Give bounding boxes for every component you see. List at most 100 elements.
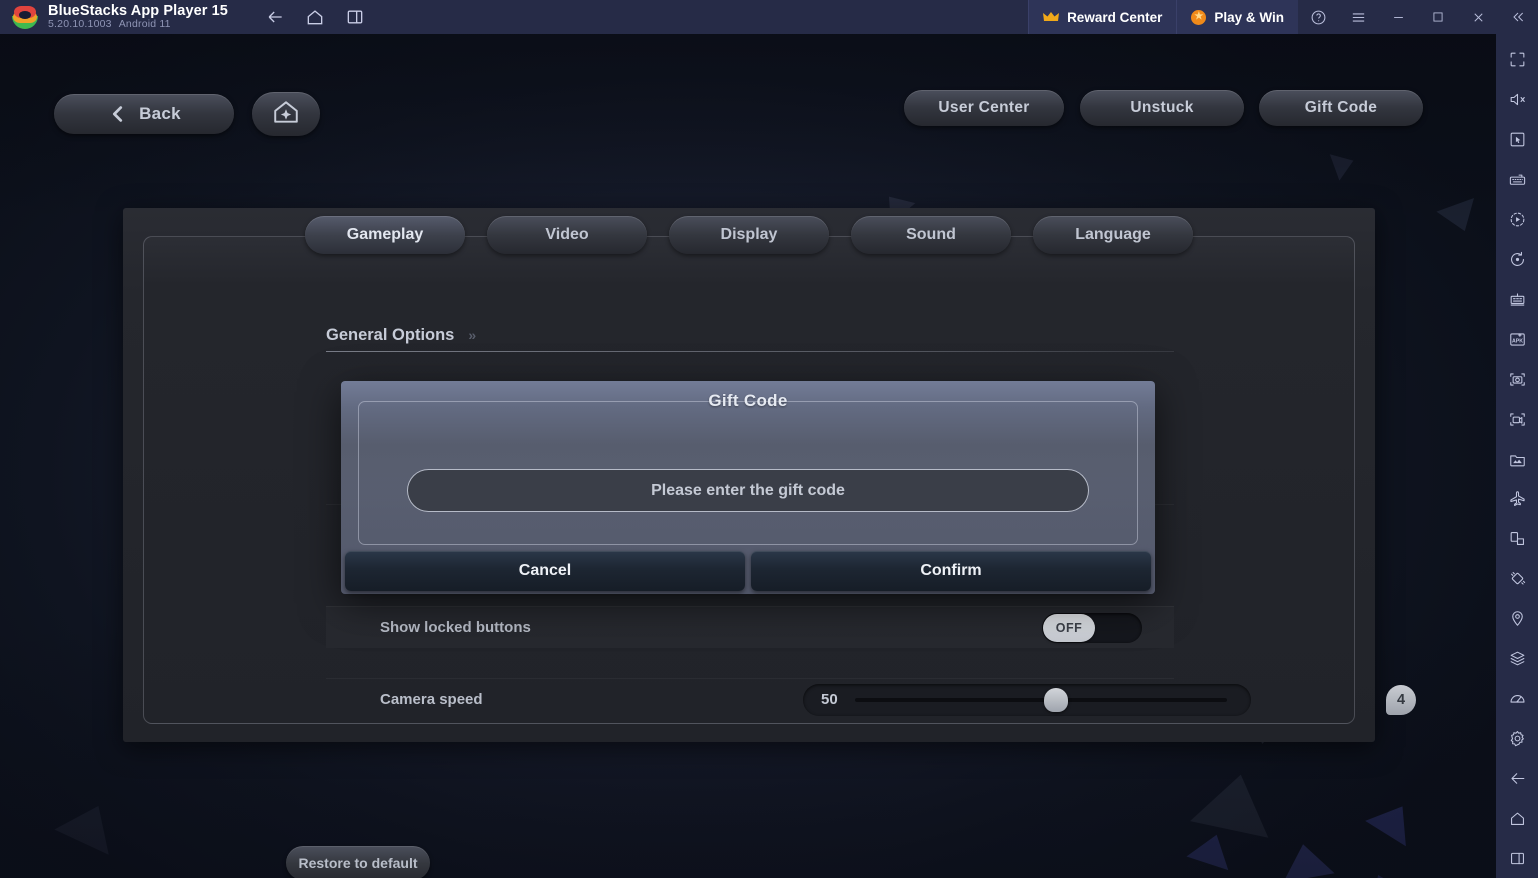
home-outline-icon[interactable] [1496,798,1538,838]
screenshot-icon[interactable] [1496,359,1538,399]
dialog-confirm-button[interactable]: Confirm [751,551,1151,591]
gift-code-dialog: Gift Code Please enter the gift code Can… [341,381,1155,594]
show-locked-buttons-toggle[interactable]: OFF [1042,612,1142,643]
media-manager-icon[interactable] [1496,439,1538,479]
fullscreen-icon[interactable] [1496,40,1538,80]
option-row-camera-speed[interactable]: Camera speed 50 4 [326,678,1416,720]
slider-handle[interactable] [1043,687,1068,712]
close-button[interactable] [1458,0,1498,34]
bluestacks-sidebar: APK [1496,34,1538,878]
star-icon: ★ [1191,9,1207,25]
tab-language[interactable]: Language [1033,216,1193,254]
particle-triangle [1277,839,1335,878]
app-version-row: 5.20.10.1003 Android 11 [48,18,228,31]
tab-video-label: Video [545,226,589,243]
tab-language-label: Language [1075,226,1151,243]
layers-icon[interactable] [1496,639,1538,679]
tab-gameplay[interactable]: Gameplay [305,216,465,254]
section-header: General Options » [326,326,1176,345]
gift-code-input-placeholder: Please enter the gift code [651,481,845,499]
settings-gear-icon[interactable] [1496,718,1538,758]
unstuck-button[interactable]: Unstuck [1080,90,1244,126]
tab-display[interactable]: Display [669,216,829,254]
shake-icon[interactable] [1496,559,1538,599]
collapse-sidebar-icon[interactable] [1498,0,1538,34]
unstuck-label: Unstuck [1130,99,1194,116]
airplane-icon[interactable] [1496,479,1538,519]
restore-to-default-button[interactable]: Restore to default [286,846,430,878]
dialog-confirm-label: Confirm [920,562,982,579]
game-canvas: Back User Center Unstuck Gift Code Gamep… [0,34,1496,878]
multi-instance-manager-icon[interactable] [1496,279,1538,319]
install-apk-icon[interactable]: APK [1496,319,1538,359]
restore-to-default-label: Restore to default [298,855,418,871]
home-star-icon [272,99,300,130]
camera-speed-step-badge[interactable]: 4 [1386,684,1416,715]
back-icon[interactable] [264,6,286,28]
show-locked-buttons-label: Show locked buttons [380,619,531,636]
svg-text:APK: APK [1511,338,1522,344]
section-divider [326,351,1174,352]
cursor-icon[interactable] [1496,120,1538,160]
app-title: BlueStacks App Player 15 [48,3,228,19]
dialog-title: Gift Code [708,391,788,410]
camera-speed-value: 50 [821,691,838,708]
tab-sound[interactable]: Sound [851,216,1011,254]
mute-icon[interactable] [1496,80,1538,120]
game-home-button[interactable] [252,92,320,136]
user-center-label: User Center [938,99,1030,116]
dialog-cancel-label: Cancel [518,562,572,579]
camera-speed-label: Camera speed [380,691,483,708]
multi-instance-icon[interactable] [344,6,366,28]
game-back-label: Back [139,104,181,123]
sync-icon[interactable] [1496,240,1538,280]
tab-display-label: Display [720,226,778,243]
keyboard-controls-icon[interactable] [1496,160,1538,200]
gift-code-label: Gift Code [1304,99,1378,116]
chevron-left-icon [107,103,129,125]
help-icon[interactable] [1298,0,1338,34]
settings-tabs: Gameplay Video Display Sound Language [123,216,1375,254]
window-title-group: BlueStacks App Player 15 5.20.10.1003 And… [48,3,228,31]
record-video-icon[interactable] [1496,399,1538,439]
reward-center-label: Reward Center [1067,9,1163,25]
particle-triangle [1436,198,1484,238]
reward-center-button[interactable]: Reward Center [1028,0,1177,34]
app-version: 5.20.10.1003 [48,18,112,31]
camera-speed-slider[interactable]: 50 [803,683,1251,716]
user-center-button[interactable]: User Center [904,90,1064,126]
particle-triangle [1329,147,1359,181]
chevron-double-right-icon: » [468,327,476,343]
recents-icon[interactable] [1496,838,1538,878]
minimize-button[interactable] [1378,0,1418,34]
maximize-button[interactable] [1418,0,1458,34]
android-version: Android 11 [118,18,171,31]
play-and-win-button[interactable]: ★ Play & Win [1176,0,1298,34]
back-arrow-icon[interactable] [1496,758,1538,798]
tab-sound-label: Sound [906,226,956,243]
tab-gameplay-label: Gameplay [346,226,424,243]
slider-track[interactable] [855,687,1227,712]
macro-play-icon[interactable] [1496,200,1538,240]
particle-triangle [1361,867,1405,878]
game-back-button[interactable]: Back [54,94,234,134]
bluestacks-logo-icon [12,4,38,30]
section-title: General Options [326,326,455,344]
option-row-show-locked-buttons[interactable]: Show locked buttons OFF [326,606,1174,648]
menu-hamburger-icon[interactable] [1338,0,1378,34]
particle-triangle [1365,793,1423,847]
titlebar-right-group: Reward Center ★ Play & Win [1028,0,1538,34]
particle-triangle [1186,827,1238,871]
android-nav-icons [264,6,366,28]
gift-code-input[interactable]: Please enter the gift code [407,469,1089,512]
particle-triangle [1190,766,1280,838]
dialog-cancel-button[interactable]: Cancel [345,551,745,591]
crown-icon [1043,11,1060,23]
gift-code-button[interactable]: Gift Code [1259,90,1423,126]
tab-video[interactable]: Video [487,216,647,254]
location-icon[interactable] [1496,599,1538,639]
play-and-win-label: Play & Win [1214,9,1284,25]
home-icon[interactable] [304,6,326,28]
rotate-screen-icon[interactable] [1496,519,1538,559]
performance-icon[interactable] [1496,679,1538,719]
